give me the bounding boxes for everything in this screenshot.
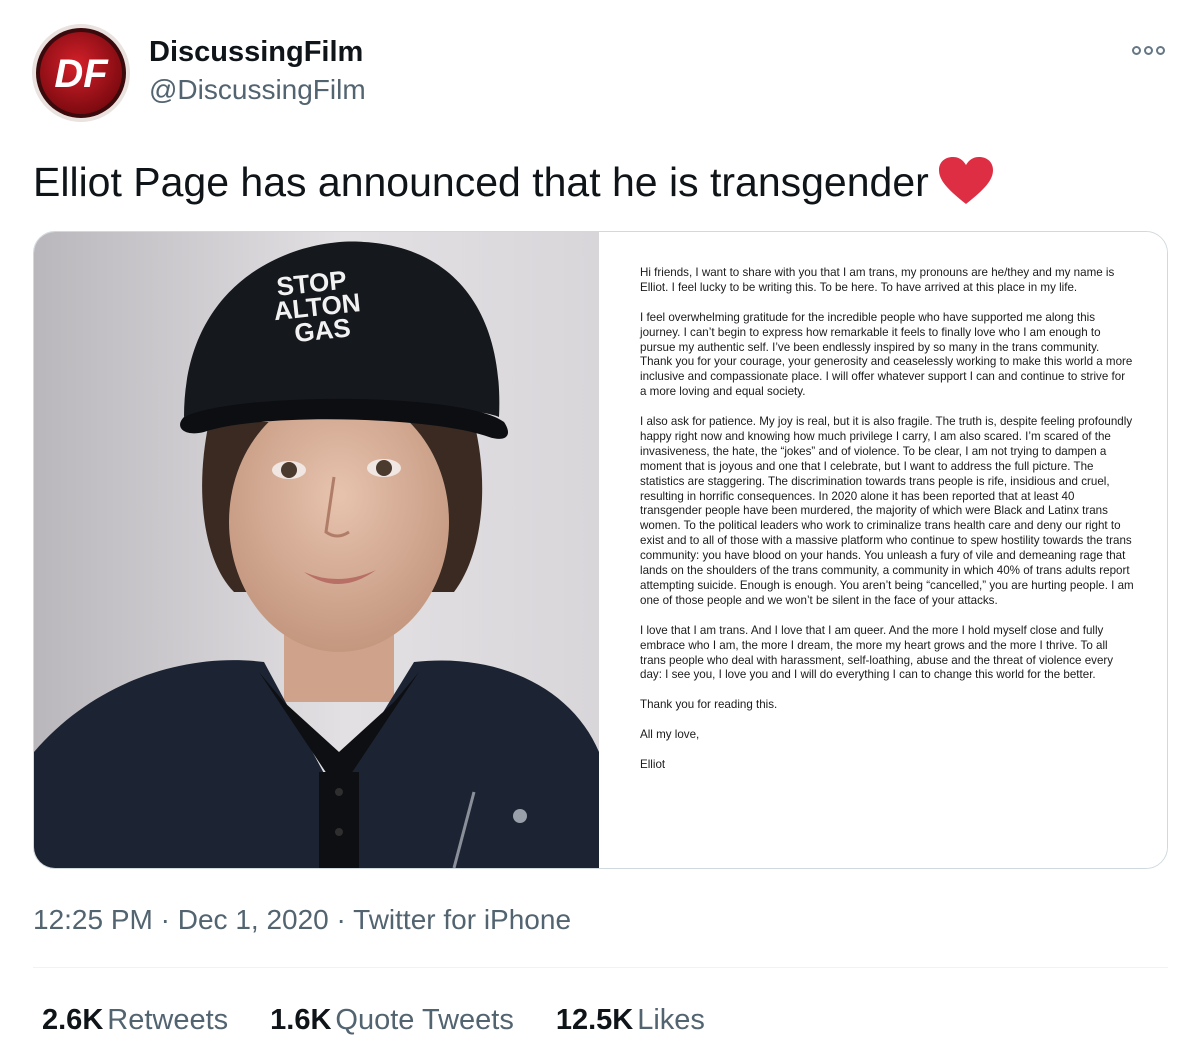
portrait-illustration: STOP ALTON GAS: [34, 232, 599, 868]
likes-label: Likes: [637, 1004, 705, 1036]
meta-separator: ·: [336, 904, 346, 935]
media-card[interactable]: STOP ALTON GAS Hi friends, I want to sha…: [33, 231, 1168, 869]
likes-stat[interactable]: 12.5K Likes: [556, 1000, 705, 1040]
retweets-count: 2.6K: [42, 1004, 104, 1036]
letter-paragraph: Hi friends, I want to share with you tha…: [640, 266, 1115, 294]
retweets-label: Retweets: [107, 1004, 229, 1036]
quote-tweets-stat[interactable]: 1.6K Quote Tweets: [270, 1000, 514, 1040]
letter-body: Hi friends, I want to share with you tha…: [640, 266, 1134, 788]
more-options-icon[interactable]: [1124, 38, 1172, 62]
tweet-date[interactable]: Dec 1, 2020: [178, 904, 329, 935]
letter-paragraph: I feel overwhelming gratitude for the in…: [640, 310, 1133, 399]
tweet-meta: 12:25 PM · Dec 1, 2020 · Twitter for iPh…: [33, 900, 571, 940]
likes-count: 12.5K: [555, 1004, 634, 1036]
letter-signature: Elliot: [640, 757, 666, 771]
letter-paragraph: All my love,: [640, 728, 700, 742]
svg-text:DF: DF: [54, 52, 109, 96]
user-handle[interactable]: @DiscussingFilm: [149, 72, 366, 108]
tweet-source[interactable]: Twitter for iPhone: [353, 904, 571, 935]
divider: [33, 967, 1168, 968]
meta-separator: ·: [160, 904, 170, 935]
announcement-letter: Hi friends, I want to share with you tha…: [599, 232, 1167, 868]
letter-paragraph: Thank you for reading this.: [640, 698, 778, 712]
cap-text-line-3: GAS: [293, 312, 352, 348]
tweet-body: Elliot Page has announced that he is tra…: [33, 159, 929, 205]
avatar[interactable]: DF: [31, 23, 131, 123]
quote-tweets-label: Quote Tweets: [335, 1004, 514, 1036]
tweet: DF DiscussingFilm @DiscussingFilm Elliot…: [0, 0, 1190, 1058]
discussingfilm-logo: DF: [32, 24, 130, 122]
retweets-stat[interactable]: 2.6K Retweets: [42, 1000, 228, 1040]
portrait-photo[interactable]: STOP ALTON GAS: [34, 232, 599, 868]
heart-icon: [937, 156, 995, 206]
engagement-stats: 2.6K Retweets 1.6K Quote Tweets 12.5K Likes: [42, 1000, 705, 1040]
tweet-time[interactable]: 12:25 PM: [33, 904, 153, 935]
quote-tweets-count: 1.6K: [270, 1004, 332, 1036]
letter-paragraph: I love that I am trans. And I love that …: [640, 623, 1114, 682]
display-name[interactable]: DiscussingFilm: [149, 34, 363, 70]
tweet-text: Elliot Page has announced that he is tra…: [33, 154, 995, 210]
letter-paragraph: I also ask for patience. My joy is real,…: [640, 415, 1134, 607]
